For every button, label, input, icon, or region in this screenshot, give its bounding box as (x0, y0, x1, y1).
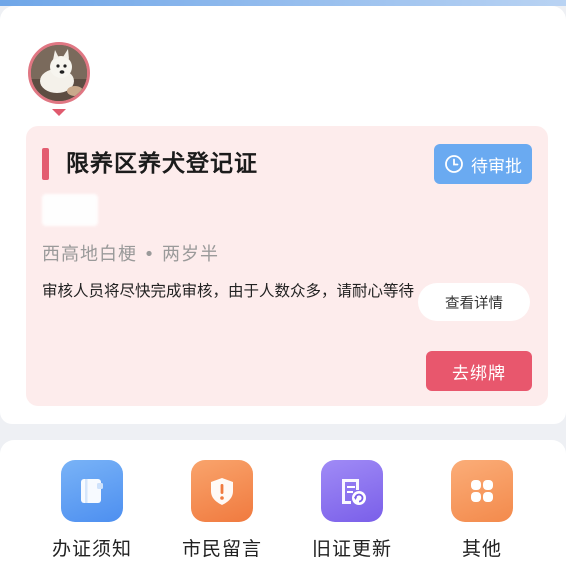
service-label: 其他 (461, 538, 502, 560)
license-card: 限养区养犬登记证 待审批 西高地白梗 • 两岁半 审核人员将尽快完成审核，由于人… (26, 126, 548, 406)
shield-alert-icon (191, 460, 253, 522)
status-label: 待审批 (471, 156, 522, 177)
redacted-name (42, 194, 98, 226)
bind-tag-button[interactable]: 去绑牌 (426, 351, 532, 391)
service-label: 办证须知 (51, 538, 132, 560)
clock-icon (445, 155, 463, 173)
grid-icon (451, 460, 513, 522)
service-label: 旧证更新 (311, 538, 392, 560)
status-badge[interactable]: 待审批 (434, 144, 532, 184)
notebook-icon (61, 460, 123, 522)
card-title: 限养区养犬登记证 (66, 151, 258, 177)
service-item-license-guide[interactable]: 办证须知 (32, 460, 152, 570)
pet-description: 西高地白梗 • 两岁半 (42, 244, 220, 265)
service-label: 市民留言 (181, 538, 262, 560)
view-details-button[interactable]: 查看详情 (418, 283, 530, 321)
avatar-pointer (52, 109, 66, 116)
title-accent-bar (42, 148, 49, 180)
services-panel: 办证须知 市民留言 旧证更新 其他 (0, 440, 566, 577)
refresh-doc-icon (321, 460, 383, 522)
dog-avatar[interactable] (28, 42, 90, 104)
service-item-renew-license[interactable]: 旧证更新 (292, 460, 412, 570)
service-item-other[interactable]: 其他 (422, 460, 542, 570)
dog-license-card-container: 限养区养犬登记证 待审批 西高地白梗 • 两岁半 审核人员将尽快完成审核，由于人… (0, 6, 566, 424)
service-item-citizen-message[interactable]: 市民留言 (162, 460, 282, 570)
dog-avatar-image (31, 45, 87, 101)
review-notice: 审核人员将尽快完成审核，由于人数众多，请耐心等待 (42, 282, 415, 300)
